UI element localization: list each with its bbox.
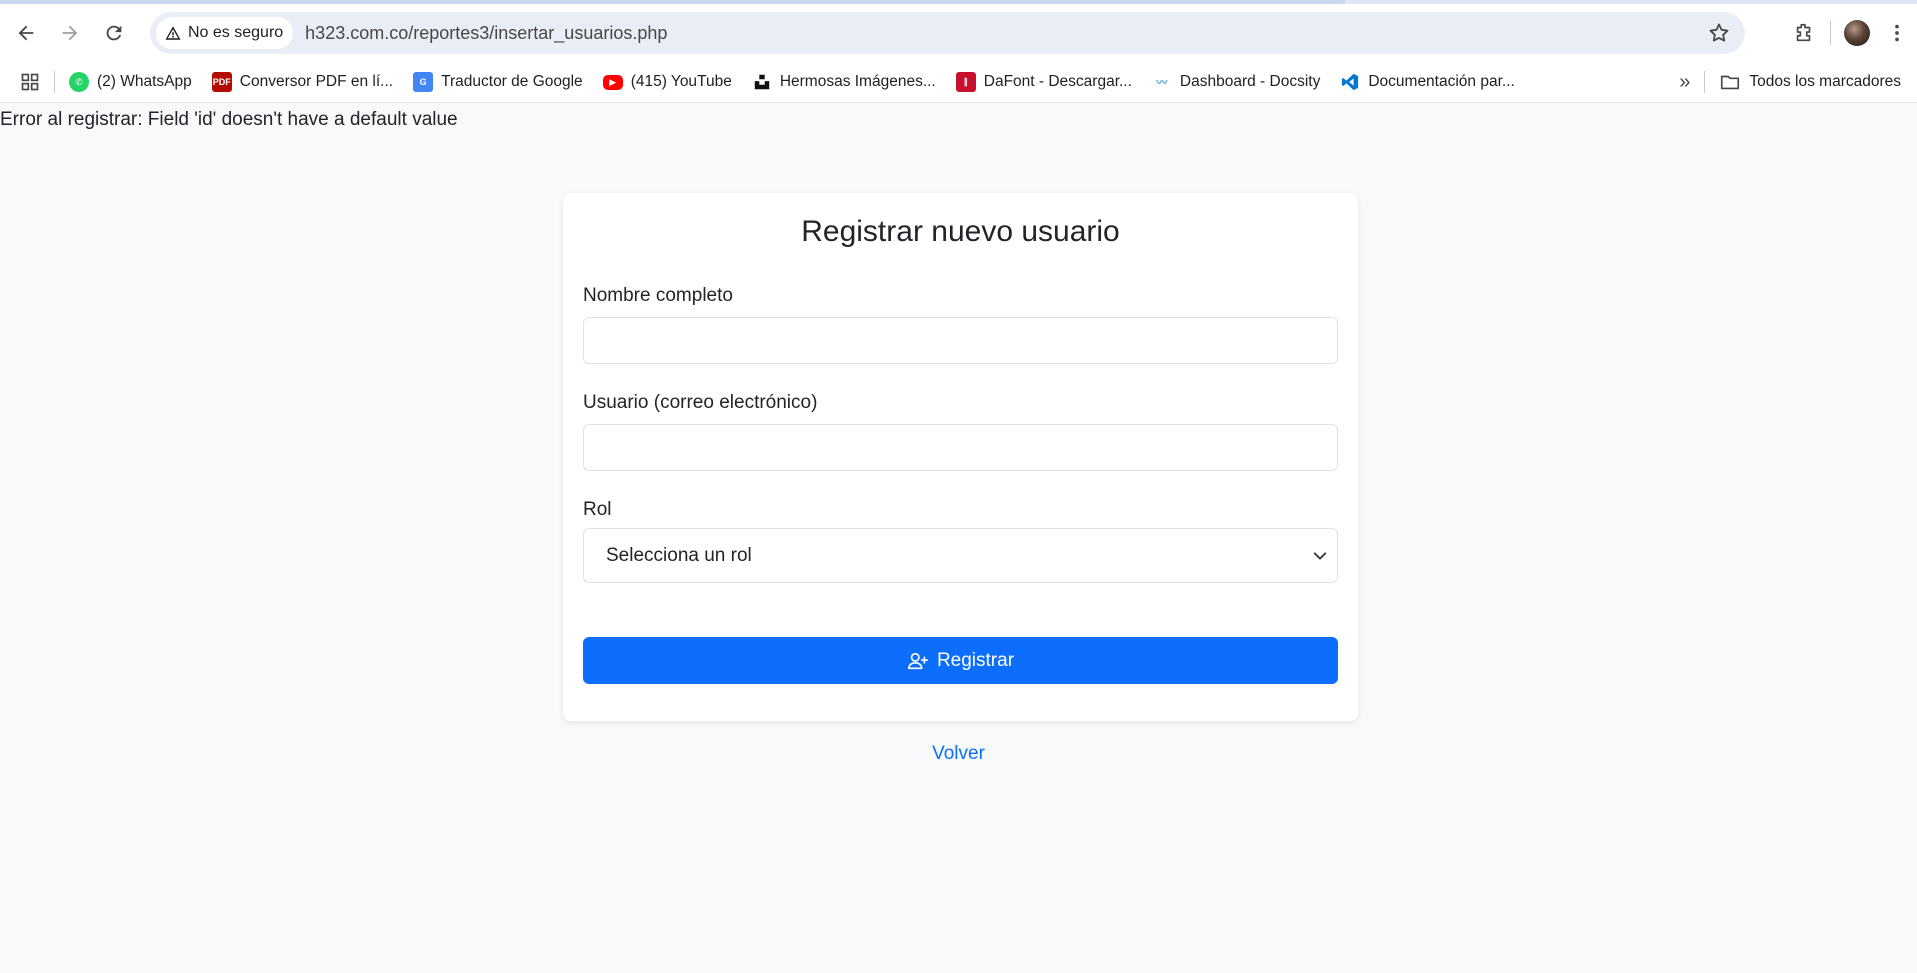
bookmarks-divider <box>54 71 55 93</box>
profile-avatar[interactable] <box>1837 13 1877 53</box>
warning-icon <box>165 26 181 40</box>
whatsapp-icon: ✆ <box>69 72 89 92</box>
browser-chrome: No es seguro h323.com.co/reportes3/inser… <box>0 0 1917 103</box>
user-plus-icon <box>907 652 928 669</box>
bookmark-google-translate[interactable]: G Traductor de Google <box>403 66 593 98</box>
back-link[interactable]: Volver <box>0 743 1917 765</box>
register-user-card: Registrar nuevo usuario Nombre completo … <box>563 193 1358 721</box>
error-message: Error al registrar: Field 'id' doesn't h… <box>0 109 458 130</box>
toolbar-divider <box>1830 21 1831 45</box>
browser-toolbar: No es seguro h323.com.co/reportes3/inser… <box>0 4 1917 62</box>
address-bar[interactable]: No es seguro h323.com.co/reportes3/inser… <box>150 12 1745 54</box>
bookmark-label: Dashboard - Docsity <box>1179 73 1321 90</box>
bookmark-unsplash[interactable]: Hermosas Imágenes... <box>742 66 946 98</box>
all-bookmarks-label: Todos los marcadores <box>1749 73 1901 90</box>
bookmark-dafont[interactable]: ⫿ DaFont - Descargar... <box>946 66 1142 98</box>
register-button-label: Registrar <box>936 649 1015 671</box>
security-label: No es seguro <box>188 24 284 41</box>
forward-icon[interactable] <box>50 13 90 53</box>
more-bookmarks-icon[interactable]: » <box>1669 66 1700 98</box>
role-label: Rol <box>583 499 612 520</box>
bookmarks-bar: ✆ (2) WhatsApp PDF Conversor PDF en lí..… <box>0 62 1917 102</box>
docsity-icon: 〰 <box>1151 72 1172 92</box>
folder-icon <box>1721 75 1740 90</box>
extensions-icon[interactable] <box>1784 13 1824 53</box>
bookmark-star-icon[interactable] <box>1707 21 1731 45</box>
apps-grid-icon[interactable] <box>0 66 50 98</box>
url-text[interactable]: h323.com.co/reportes3/insertar_usuarios.… <box>305 23 667 44</box>
bookmark-label: Documentación par... <box>1368 73 1515 90</box>
avatar <box>1844 20 1870 46</box>
email-input[interactable] <box>583 424 1338 471</box>
bookmark-label: Conversor PDF en lí... <box>239 73 394 90</box>
back-icon[interactable] <box>6 13 46 53</box>
dafont-icon: ⫿ <box>955 72 976 92</box>
google-translate-icon: G <box>413 72 434 92</box>
all-bookmarks[interactable]: Todos los marcadores <box>1709 66 1911 98</box>
bookmark-docsity[interactable]: 〰 Dashboard - Docsity <box>1142 66 1330 98</box>
bookmark-vscode-docs[interactable]: Documentación par... <box>1330 66 1524 98</box>
user-label: Usuario (correo electrónico) <box>583 392 818 413</box>
bookmark-pdf[interactable]: PDF Conversor PDF en lí... <box>202 66 403 98</box>
chevron-down-icon <box>1313 551 1327 560</box>
form-title: Registrar nuevo usuario <box>801 215 1120 248</box>
youtube-icon: ▶ <box>602 74 623 90</box>
reload-icon[interactable] <box>94 13 134 53</box>
full-name-input[interactable] <box>583 317 1338 364</box>
security-chip[interactable]: No es seguro <box>156 17 294 49</box>
role-select[interactable]: Selecciona un rol <box>583 528 1338 583</box>
unsplash-icon <box>751 72 772 92</box>
vscode-icon <box>1340 72 1361 92</box>
bookmark-label: (415) YouTube <box>630 73 732 90</box>
bookmark-label: DaFont - Descargar... <box>983 73 1132 90</box>
role-selected-value: Selecciona un rol <box>606 544 752 566</box>
menu-kebab-icon[interactable] <box>1877 13 1917 53</box>
pdf-icon: PDF <box>211 72 232 92</box>
bookmark-label: (2) WhatsApp <box>97 73 192 90</box>
bookmark-label: Hermosas Imágenes... <box>779 73 936 90</box>
name-label: Nombre completo <box>583 285 733 306</box>
bookmark-youtube[interactable]: ▶ (415) YouTube <box>593 66 742 98</box>
page-content: Error al registrar: Field 'id' doesn't h… <box>0 103 1917 973</box>
bookmarks-divider <box>1704 71 1706 93</box>
bookmark-label: Traductor de Google <box>441 73 583 90</box>
register-button[interactable]: Registrar <box>583 637 1338 684</box>
bookmark-whatsapp[interactable]: ✆ (2) WhatsApp <box>59 66 202 98</box>
